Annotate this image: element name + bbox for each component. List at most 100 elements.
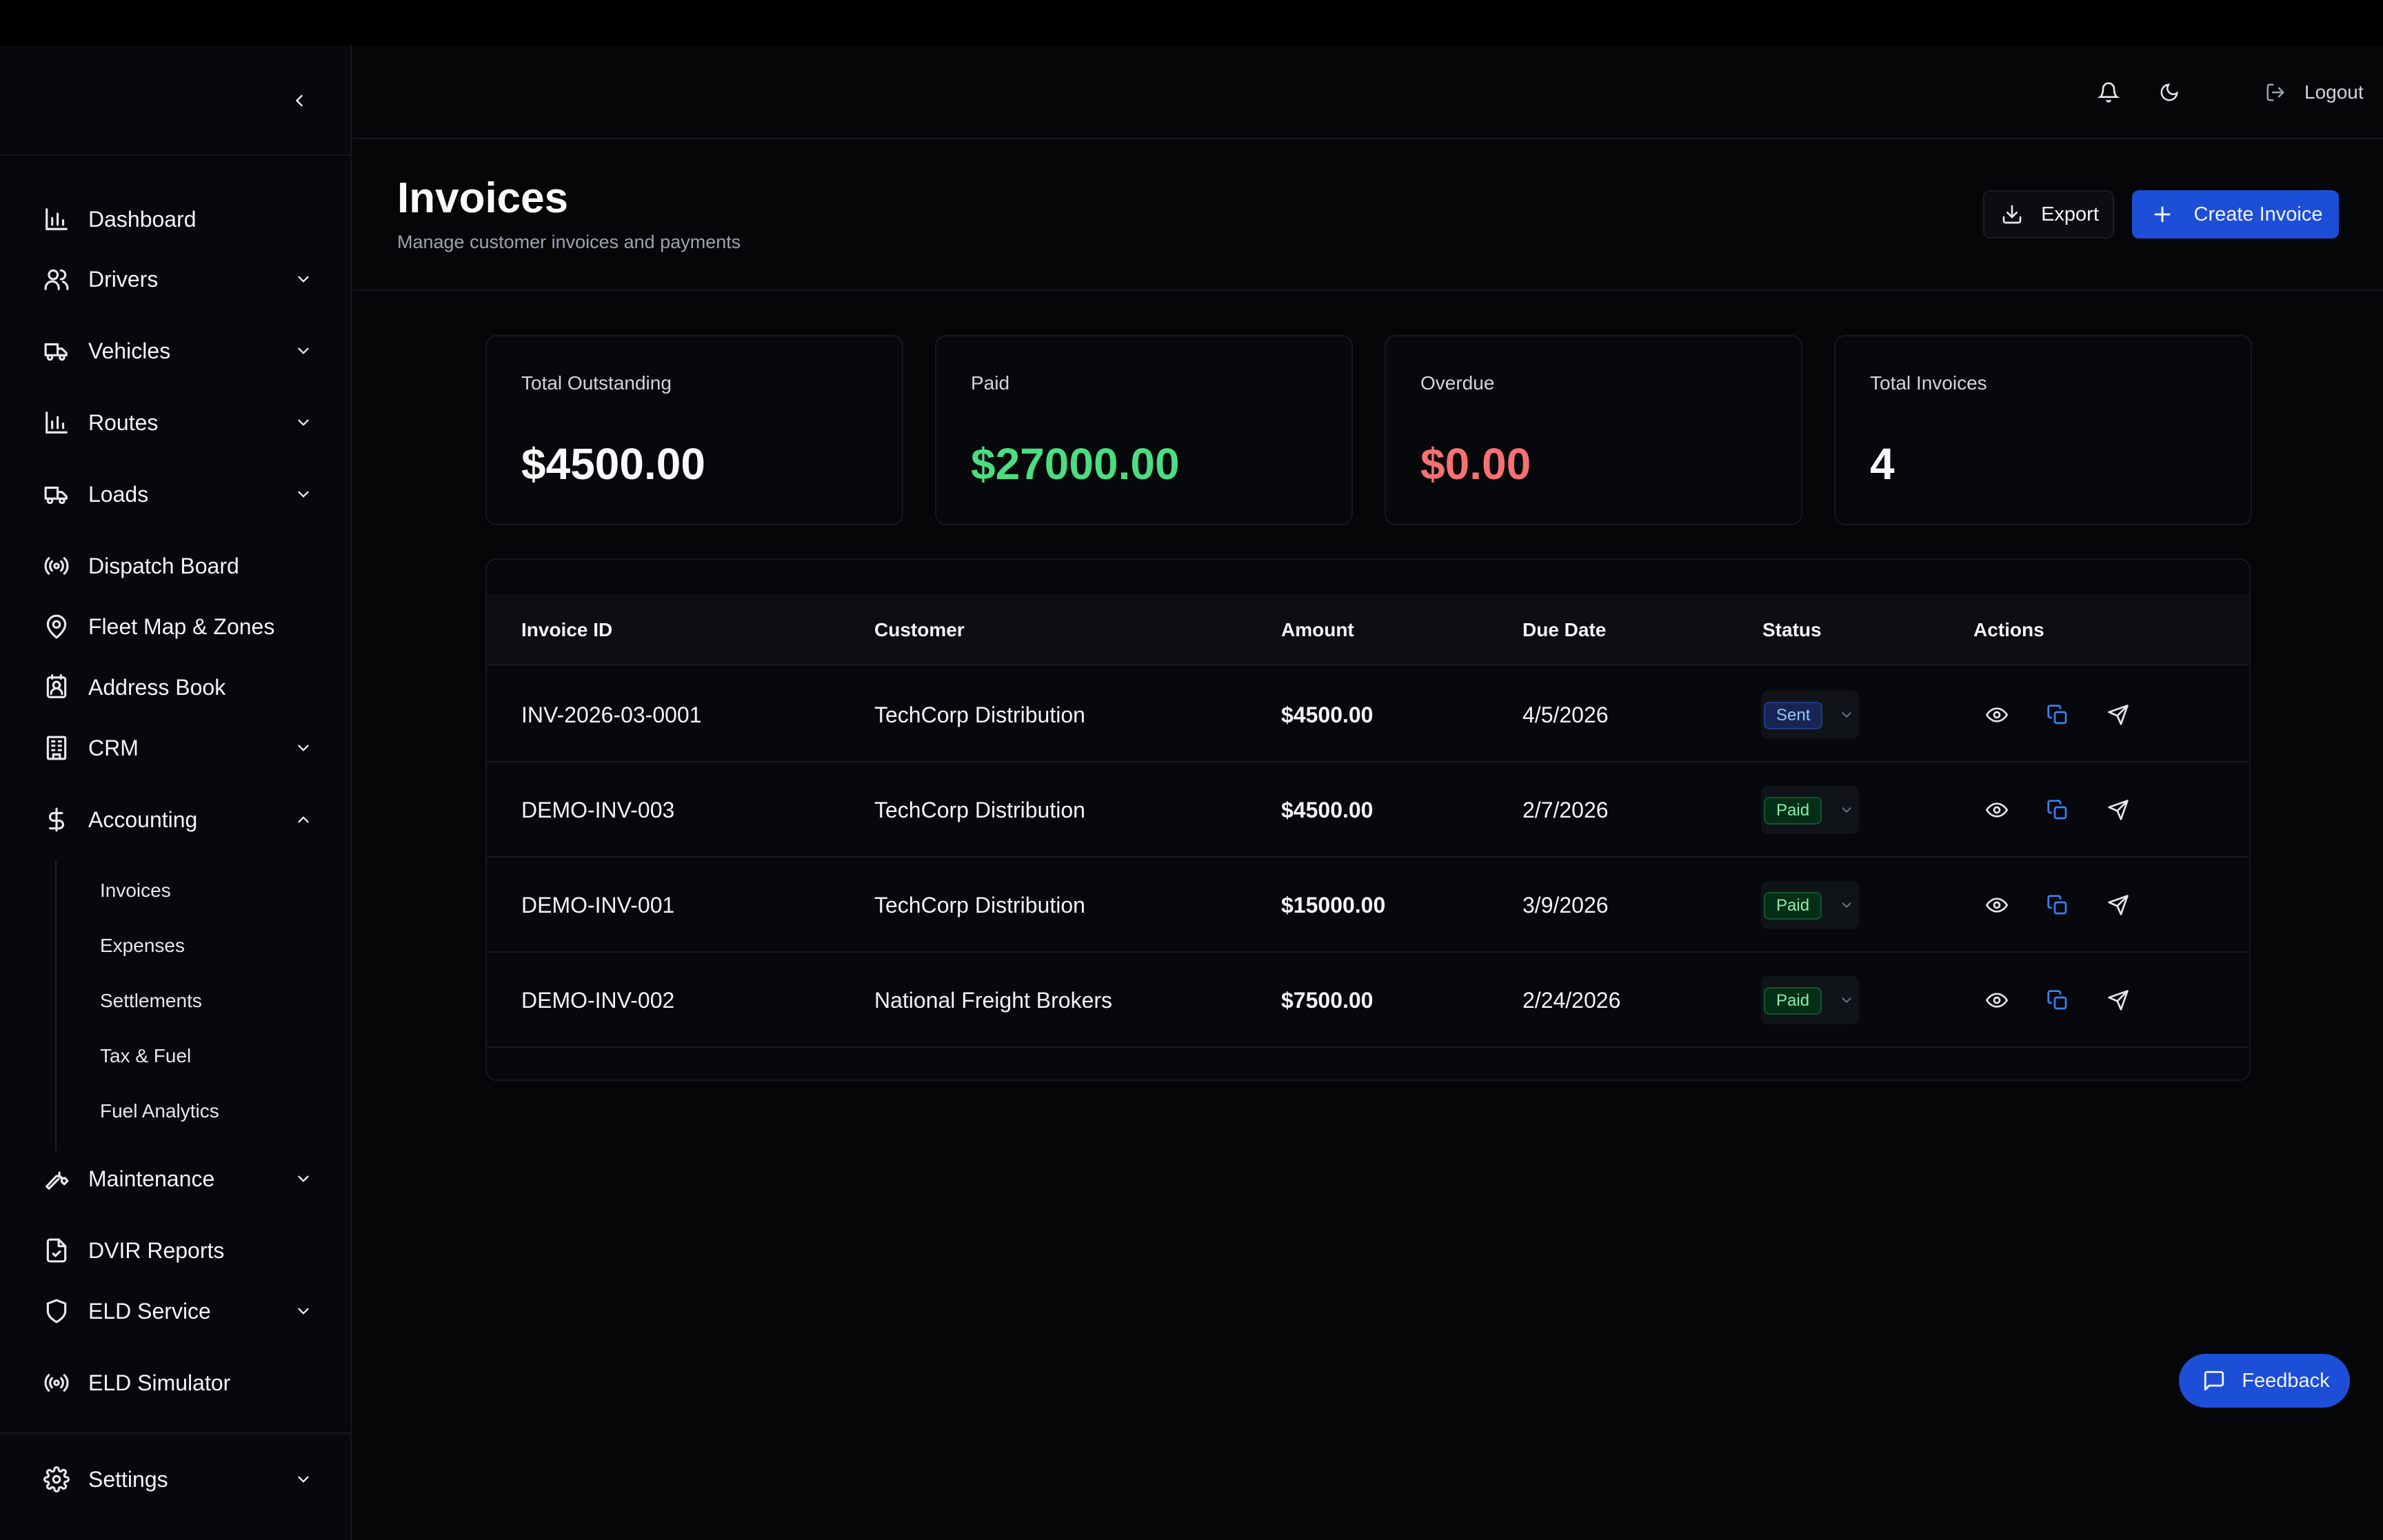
stat-label: Total Invoices: [1870, 372, 1987, 394]
view-button[interactable]: [1980, 793, 2013, 827]
export-label: Export: [2041, 203, 2099, 225]
sidebar-item-label: Dashboard: [88, 206, 197, 232]
sidebar-item-dvir-reports[interactable]: DVIR Reports: [41, 1228, 317, 1273]
chevron-down-icon: [1833, 701, 1860, 729]
sidebar-item-label: Dispatch Board: [88, 553, 239, 578]
invoices-table: Invoice ID Customer Amount Due Date Stat…: [485, 558, 2251, 1081]
invoice-id: INV-2026-03-0001: [521, 702, 702, 727]
duplicate-button[interactable]: [2041, 793, 2074, 827]
table-row[interactable]: DEMO-INV-003 TechCorp Distribution $4500…: [487, 762, 2249, 858]
send-button[interactable]: [2102, 889, 2135, 922]
invoice-id: DEMO-INV-002: [521, 987, 675, 1013]
sidebar-item-fleet-map[interactable]: Fleet Map & Zones: [41, 605, 317, 649]
sidebar-item-routes[interactable]: Routes: [41, 401, 317, 445]
duplicate-button[interactable]: [2041, 889, 2074, 922]
chevron-down-icon: [290, 265, 317, 293]
sidebar-item-label: DVIR Reports: [88, 1237, 225, 1263]
sidebar-item-loads[interactable]: Loads: [41, 472, 317, 516]
sidebar: Dashboard Drivers Vehicles Routes Loads …: [0, 45, 352, 1540]
create-invoice-button[interactable]: Create Invoice: [2132, 190, 2339, 239]
status-badge: Paid: [1764, 892, 1822, 920]
building-icon: [41, 733, 72, 763]
eye-icon: [1986, 993, 2008, 1008]
sidebar-item-vehicles[interactable]: Vehicles: [41, 329, 317, 373]
status-select[interactable]: Sent: [1761, 691, 1859, 739]
gear-icon: [41, 1464, 72, 1495]
column-header-amount[interactable]: Amount: [1281, 594, 1354, 666]
column-header-customer[interactable]: Customer: [874, 594, 965, 666]
page-title: Invoices: [397, 174, 569, 222]
chevron-down-icon: [290, 409, 317, 436]
feedback-label: Feedback: [2242, 1369, 2330, 1392]
sidebar-item-label: Loads: [88, 481, 149, 507]
stat-value: $0.00: [1420, 439, 1531, 489]
send-button[interactable]: [2102, 698, 2135, 731]
feedback-button[interactable]: Feedback: [2179, 1354, 2350, 1408]
customer-name: TechCorp Distribution: [874, 892, 1085, 918]
moon-icon: [2160, 83, 2178, 101]
status-badge: Paid: [1764, 797, 1822, 824]
sidebar-item-eld-service[interactable]: ELD Service: [41, 1289, 317, 1333]
sidebar-item-label: Maintenance: [88, 1166, 215, 1191]
sidebar-item-label: Drivers: [88, 266, 159, 292]
invoice-amount: $4500.00: [1281, 702, 1374, 727]
view-button[interactable]: [1980, 889, 2013, 922]
page-header: Invoices Manage customer invoices and pa…: [353, 141, 2383, 291]
file-check-icon: [41, 1235, 72, 1266]
message-square-icon: [2199, 1366, 2229, 1396]
customer-name: TechCorp Distribution: [874, 702, 1085, 727]
send-icon: [2108, 895, 2129, 915]
send-button[interactable]: [2102, 984, 2135, 1017]
send-icon: [2108, 705, 2129, 725]
sidebar-item-eld-simulator[interactable]: ELD Simulator: [41, 1361, 317, 1405]
table-row[interactable]: INV-2026-03-0001 TechCorp Distribution $…: [487, 667, 2249, 762]
truck-icon: [41, 479, 72, 509]
submenu-item-fuel-analytics[interactable]: Fuel Analytics: [100, 1092, 219, 1131]
column-header-due-date[interactable]: Due Date: [1522, 594, 1606, 666]
submenu-item-expenses[interactable]: Expenses: [100, 926, 185, 965]
top-header: Logout: [353, 45, 2383, 139]
sidebar-item-label: Accounting: [88, 807, 198, 832]
sidebar-item-drivers[interactable]: Drivers: [41, 257, 317, 301]
plus-icon: [2149, 201, 2176, 228]
sidebar-item-label: ELD Simulator: [88, 1370, 231, 1395]
notifications-button[interactable]: [2091, 74, 2126, 110]
send-button[interactable]: [2102, 793, 2135, 827]
theme-toggle-button[interactable]: [2151, 74, 2187, 110]
collapse-sidebar-button[interactable]: [283, 84, 316, 117]
sidebar-item-address-book[interactable]: Address Book: [41, 665, 317, 709]
stat-label: Total Outstanding: [521, 372, 672, 394]
status-select[interactable]: Paid: [1761, 881, 1859, 929]
duplicate-button[interactable]: [2041, 698, 2074, 731]
sidebar-item-dashboard[interactable]: Dashboard: [41, 197, 317, 241]
chevron-down-icon: [1833, 891, 1860, 919]
submenu-item-invoices[interactable]: Invoices: [100, 871, 171, 910]
stat-value: 4: [1870, 439, 1895, 489]
sidebar-item-accounting[interactable]: Accounting: [41, 798, 317, 842]
view-button[interactable]: [1980, 698, 2013, 731]
invoice-amount: $7500.00: [1281, 987, 1374, 1013]
status-select[interactable]: Paid: [1761, 976, 1859, 1024]
page-subtitle: Manage customer invoices and payments: [397, 232, 741, 252]
view-button[interactable]: [1980, 984, 2013, 1017]
duplicate-button[interactable]: [2041, 984, 2074, 1017]
status-select[interactable]: Paid: [1761, 786, 1859, 834]
chevron-up-icon: [290, 806, 317, 833]
chevron-down-icon: [290, 734, 317, 762]
submenu-item-tax-fuel[interactable]: Tax & Fuel: [100, 1037, 191, 1075]
column-header-invoice-id[interactable]: Invoice ID: [521, 594, 612, 666]
chevron-left-icon: [296, 94, 303, 107]
sidebar-item-crm[interactable]: CRM: [41, 726, 317, 770]
sidebar-item-dispatch-board[interactable]: Dispatch Board: [41, 544, 317, 588]
table-row[interactable]: DEMO-INV-001 TechCorp Distribution $1500…: [487, 858, 2249, 953]
table-row[interactable]: DEMO-INV-002 National Freight Brokers $7…: [487, 953, 2249, 1048]
sidebar-item-settings[interactable]: Settings: [41, 1457, 317, 1501]
sidebar-item-label: Address Book: [88, 674, 226, 700]
submenu-item-settlements[interactable]: Settlements: [100, 982, 202, 1020]
sidebar-item-maintenance[interactable]: Maintenance: [41, 1157, 317, 1201]
sidebar-item-label: ELD Service: [88, 1298, 211, 1324]
export-button[interactable]: Export: [1983, 190, 2114, 239]
logout-button[interactable]: Logout: [2258, 74, 2364, 110]
contact-icon: [41, 672, 72, 702]
column-header-status[interactable]: Status: [1762, 594, 1822, 666]
